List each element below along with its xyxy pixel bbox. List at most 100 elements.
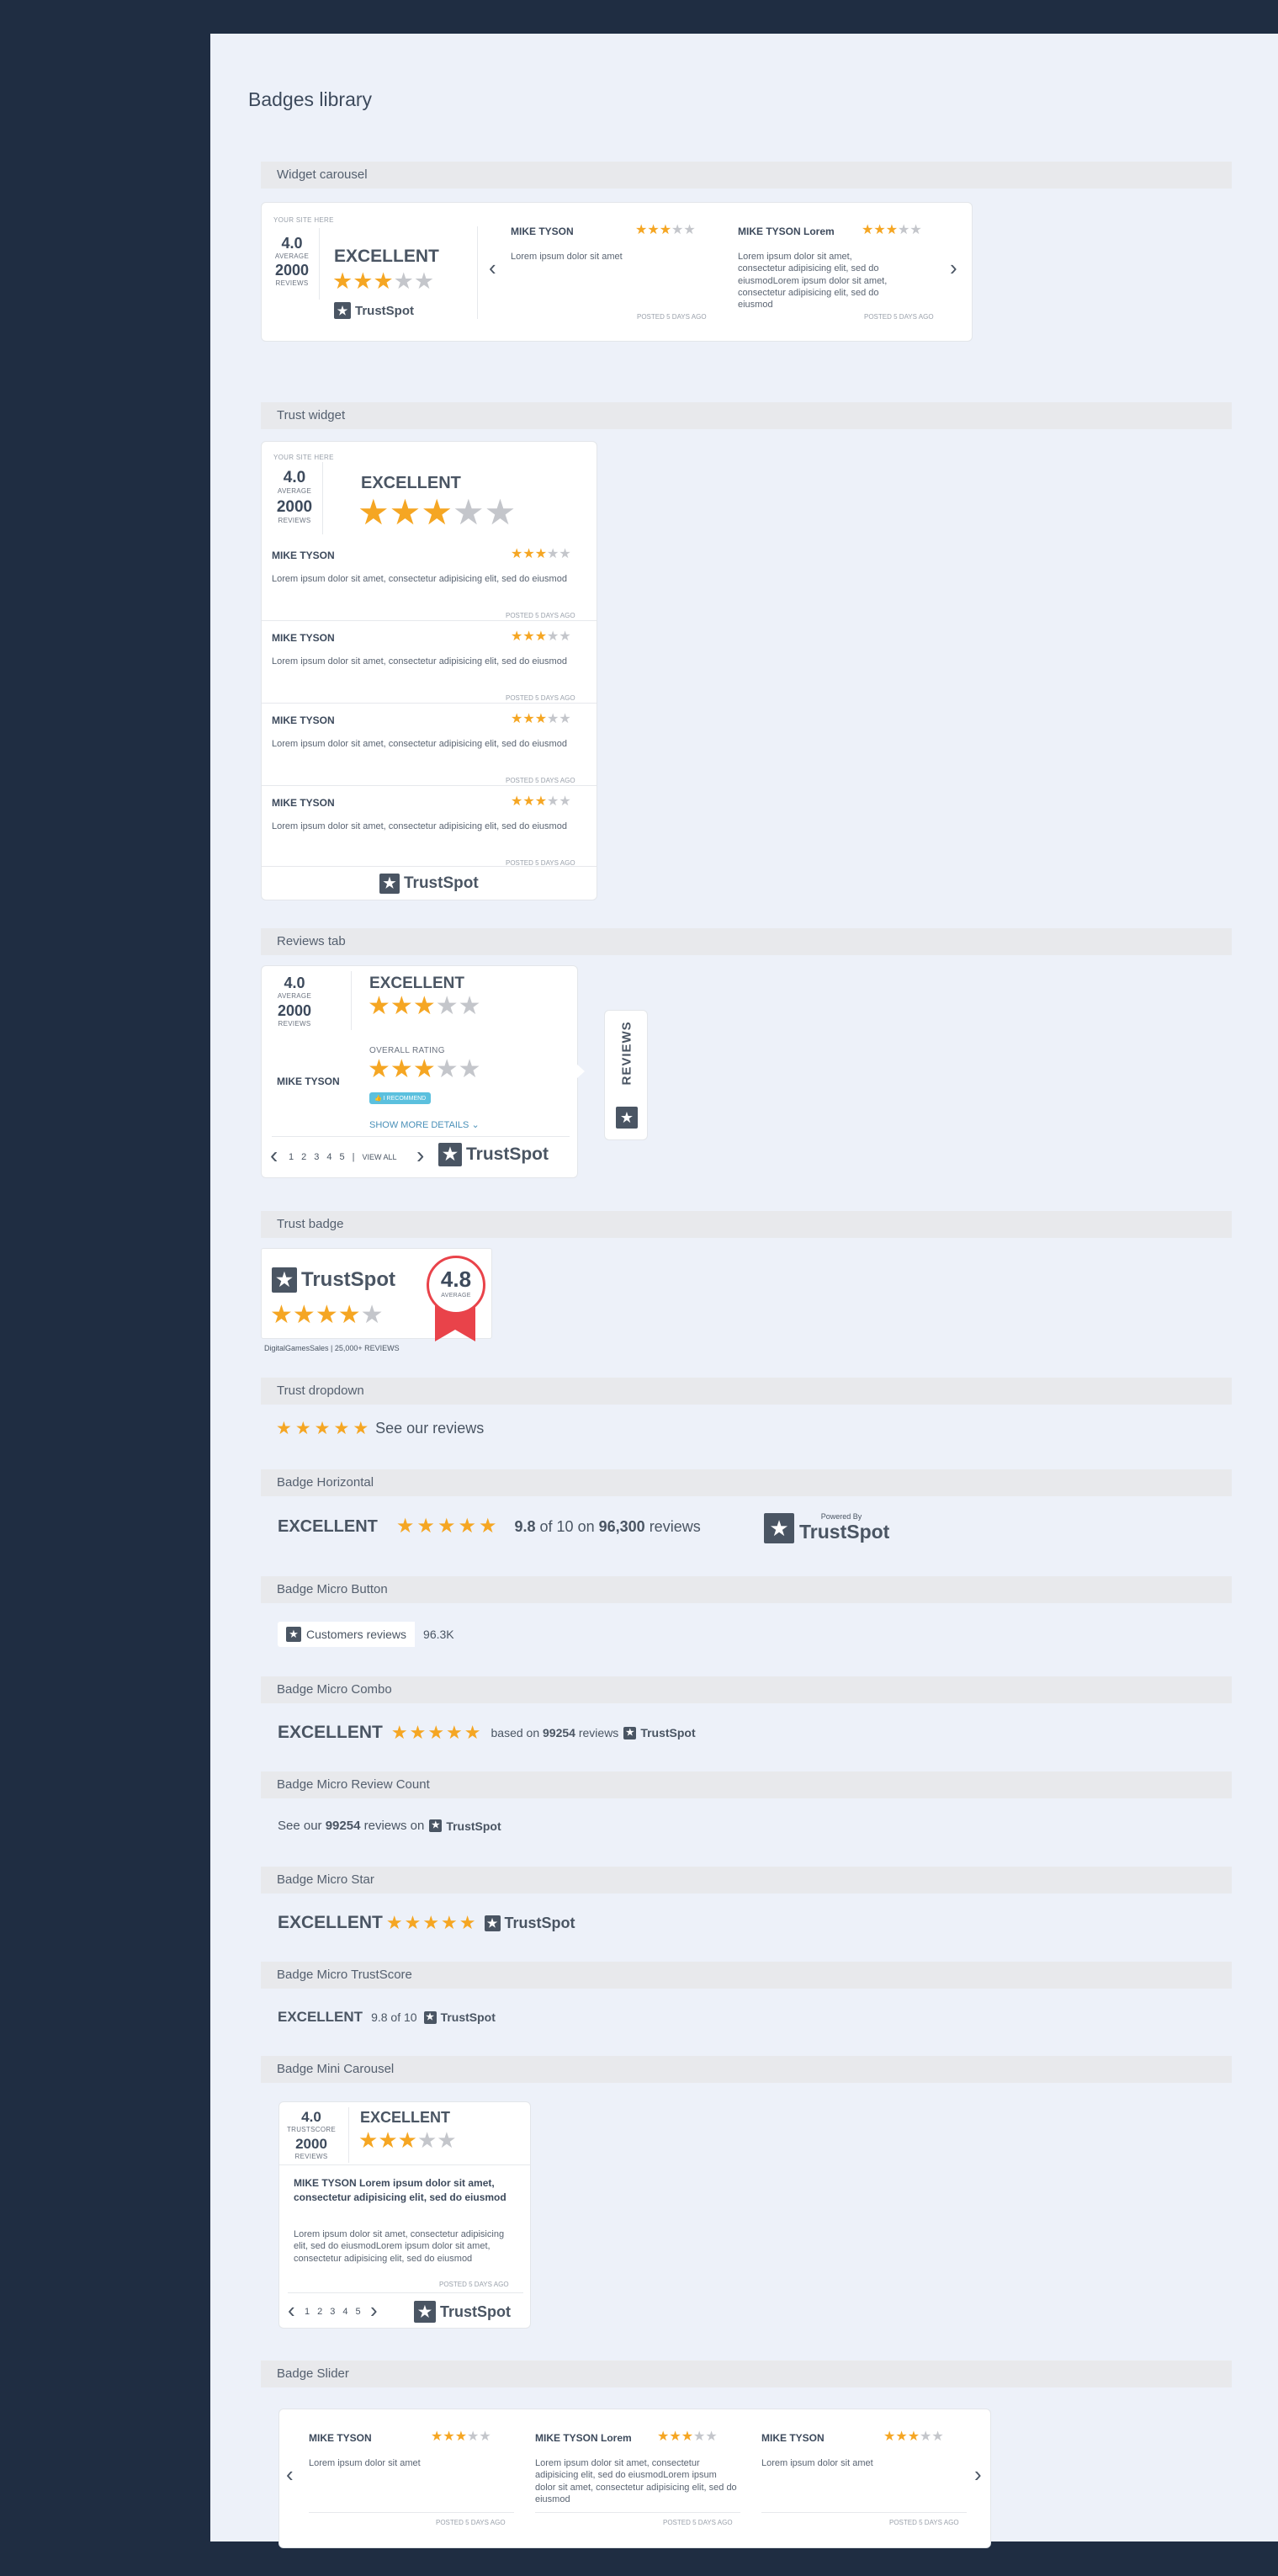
chevron-left-icon[interactable]: ‹ [270,1144,278,1167]
star-icon: ★ [534,547,548,561]
chevron-left-icon[interactable]: ‹ [288,2299,295,2321]
trust-dropdown[interactable]: ★ ★ ★ ★ ★ See our reviews [276,1420,484,1437]
star-empty-icon: ★ [484,492,517,532]
rating-summary: 4.0 AVERAGE 2000 REVIEWS [273,469,316,524]
trustspot-logo-icon: ★ [438,1143,462,1166]
view-all-link[interactable]: VIEW ALL [362,1152,396,1163]
pagination: 1 2 3 4 5 | VIEW ALL [289,1152,397,1163]
page-link[interactable]: 4 [326,1152,331,1163]
reviewer-name: MIKE TYSON [309,2432,372,2444]
star-icon: ★ [409,1722,428,1743]
star-icon: ★ [862,223,874,237]
star-empty-icon: ★ [452,492,485,532]
excellent-label: EXCELLENT [278,1723,383,1742]
star-empty-icon: ★ [467,2430,480,2444]
trustspot-logo: ★ TrustSpot [423,2010,496,2024]
review-body: Lorem ipsum dolor sit amet, consectetur … [272,821,567,831]
section-header-trust-badge: Trust badge [261,1211,1232,1238]
thumbs-up-icon: 👍 [374,1096,384,1102]
star-icon: ★ [358,492,390,532]
star-icon: ★ [416,1515,437,1538]
brand-label: TrustSpot [301,1268,395,1291]
page-link[interactable]: 2 [301,1152,306,1163]
star-icon: ★ [395,1515,417,1538]
star-icon: ★ [534,794,548,809]
brand-label: TrustSpot [504,1914,575,1931]
star-icon: ★ [404,1912,423,1933]
page-link[interactable]: 1 [305,2307,310,2317]
star-icon: ★ [534,712,548,726]
tab-pointer [576,1064,585,1079]
suffix-label: reviews on [363,1819,425,1833]
review-body: Lorem ipsum dolor sit amet, consectetur … [272,574,567,584]
badge-slider: ‹ MIKE TYSON ★★★★★ Lorem ipsum dolor sit… [278,2409,991,2548]
star-empty-icon: ★ [413,268,435,294]
chevron-left-icon[interactable]: ‹ [286,2463,294,2485]
star-icon: ★ [534,629,548,644]
page-link[interactable]: 4 [342,2307,347,2317]
section-header-mini-carousel: Badge Mini Carousel [261,2056,1232,2083]
trustspot-logo-icon: ★ [414,2301,436,2323]
reviews-label: reviews [578,1726,619,1739]
review-stars: ★★★★★ [511,712,571,727]
star-empty-icon: ★ [437,2127,457,2153]
rating-summary: 4.0 AVERAGE 2000 REVIEWS [273,975,316,1028]
review-count: 2000 [274,262,310,279]
review-item: MIKE TYSON ★★★★★ Lorem ipsum dolor sit a… [262,709,597,792]
review-body: Lorem ipsum dolor sit amet, consectetur … [294,2229,505,2264]
section-header-reviews-tab: Reviews tab [261,928,1232,955]
page-link[interactable]: 3 [314,1152,319,1163]
rating-summary: 4.0 AVERAGE 2000 REVIEWS [273,235,310,287]
star-empty-icon: ★ [559,794,571,809]
star-icon: ★ [511,547,523,561]
page-link[interactable]: 2 [317,2307,322,2317]
trust-widget: YOUR SITE HERE 4.0 AVERAGE 2000 REVIEWS … [261,441,597,900]
star-icon: ★ [427,1722,447,1743]
star-rating: ★★★★★ [391,1722,483,1744]
trustspot-logo-icon: ★ [616,1107,638,1129]
star-icon: ★ [332,268,353,294]
star-rating: ★★★★★ [396,1515,500,1538]
reviewer-name: MIKE TYSON [272,550,335,561]
review-stars: ★★★★★ [862,223,922,238]
chevron-left-icon[interactable]: ‹ [489,257,496,279]
badge-footer: DigitalGamesSales | 25,000+ REVIEWS [264,1344,400,1352]
star-icon: ★ [294,1419,311,1438]
reviews-label: reviews [649,1517,701,1535]
divider [288,2292,523,2293]
micro-trustscore: EXCELLENT 9.8 of 10 ★ TrustSpot [278,2009,496,2026]
show-more-details-link[interactable]: SHOW MORE DETAILS ⌄ [369,1119,480,1130]
star-icon: ★ [389,492,422,532]
trustspot-logo: ★ TrustSpot [414,2301,511,2323]
reviews-side-tab[interactable]: REVIEWS ★ [604,1010,648,1140]
star-icon: ★ [385,1912,405,1933]
star-icon: ★ [314,1419,331,1438]
trustspot-logo-icon: ★ [334,302,351,319]
star-icon: ★ [422,1912,442,1933]
star-icon: ★ [511,629,523,644]
chevron-right-icon[interactable]: › [950,257,957,279]
badge-review-count: 25,000+ REVIEWS [334,1344,400,1352]
trustspot-logo-icon: ★ [764,1513,794,1543]
divider [322,462,323,534]
star-rating: ★★★★★ [332,268,434,295]
star-icon: ★ [464,1722,483,1743]
page-link[interactable]: 1 [289,1152,294,1163]
chevron-right-icon[interactable]: › [416,1144,424,1167]
page-link[interactable]: 5 [356,2307,361,2317]
star-rating: ★★★★★ [386,1912,478,1934]
review-count: 2000 [295,2136,327,2152]
reviewer-name: MIKE TYSON [272,632,335,644]
trustspot-logo-icon: ★ [286,1627,301,1642]
chevron-right-icon[interactable]: › [370,2299,378,2321]
page-title: Badges library [248,88,373,110]
micro-button[interactable]: ★ Customers reviews 96.3K [278,1622,463,1647]
star-icon: ★ [458,1515,479,1538]
section-header-micro-review-count: Badge Micro Review Count [261,1771,1232,1798]
chevron-right-icon[interactable]: › [974,2463,982,2485]
page-link[interactable]: 5 [340,1152,345,1163]
star-icon: ★ [337,1301,361,1329]
trustspot-logo-icon: ★ [379,874,400,894]
page-link[interactable]: 3 [330,2307,335,2317]
excellent-label: EXCELLENT [369,975,464,992]
